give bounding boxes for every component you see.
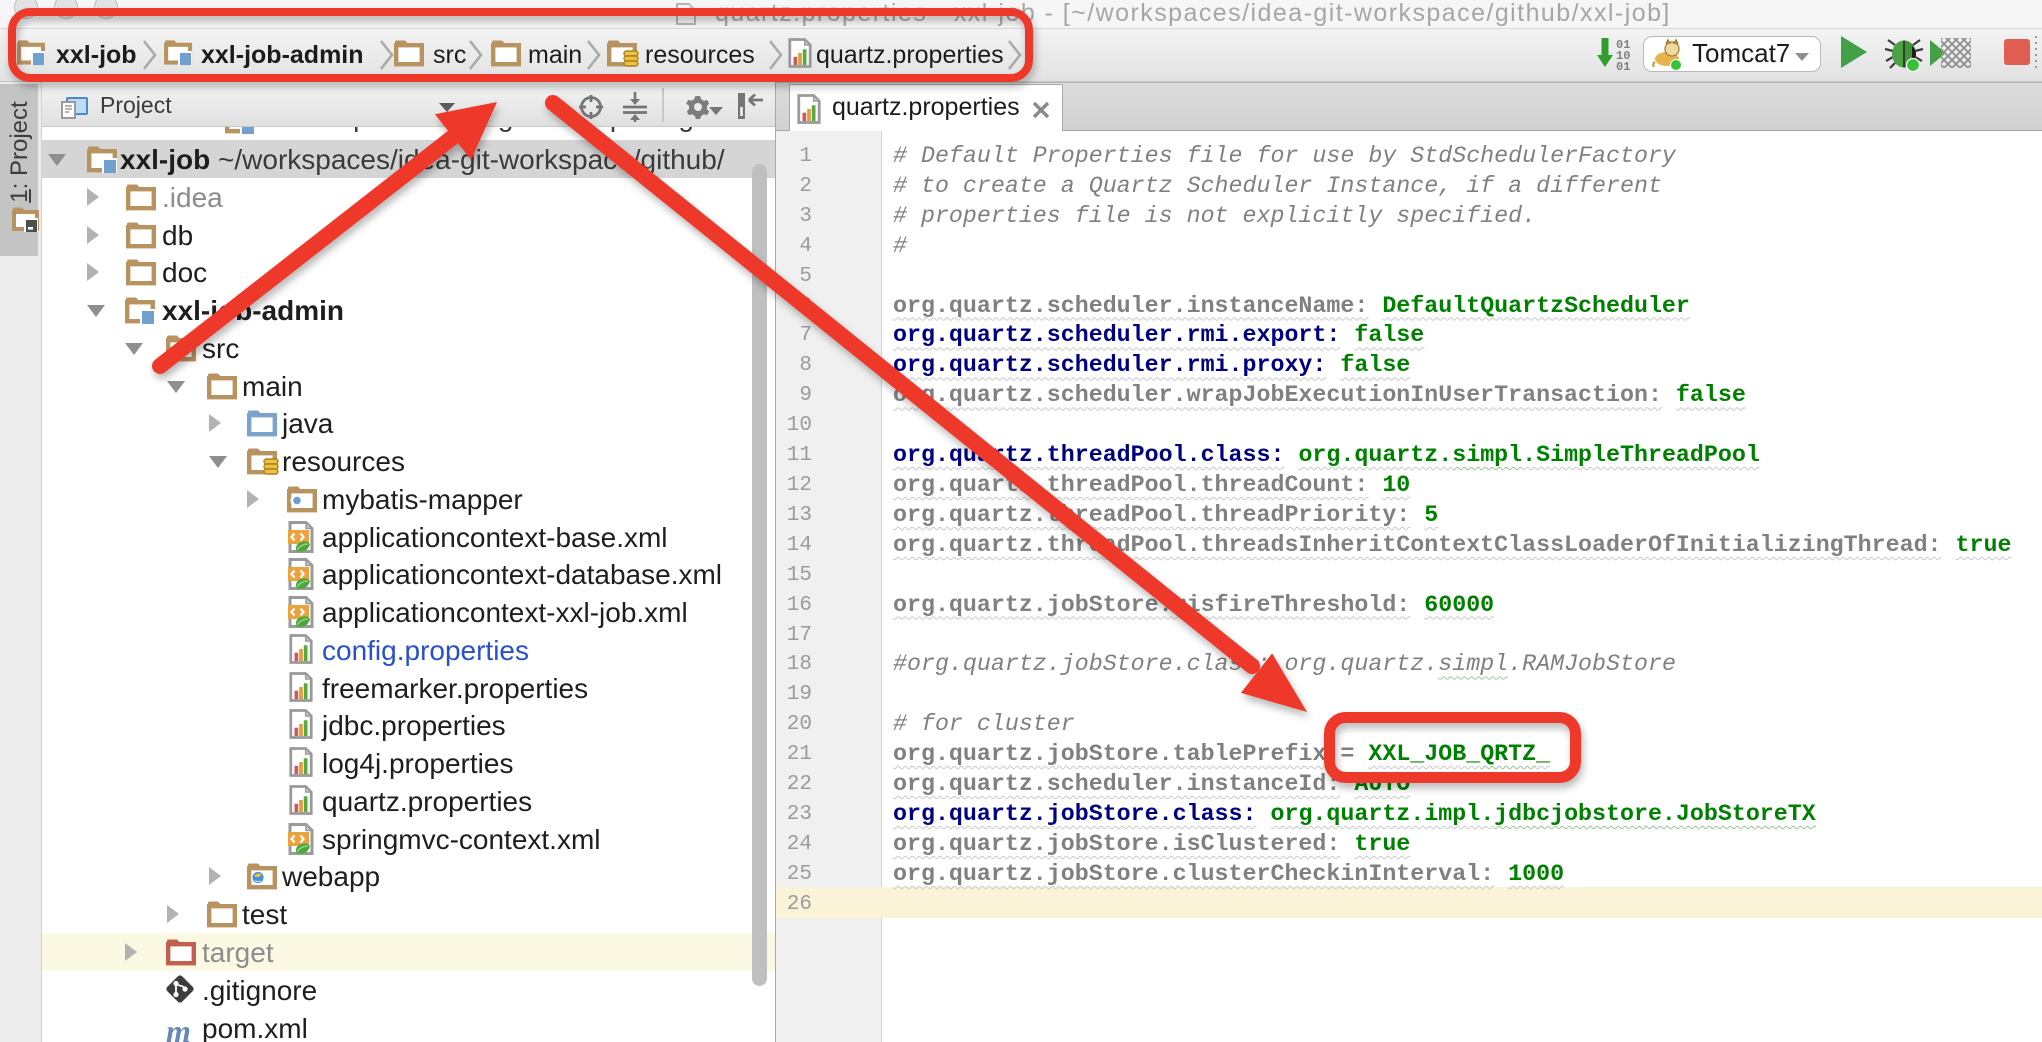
- svg-text:01: 01: [1616, 60, 1630, 71]
